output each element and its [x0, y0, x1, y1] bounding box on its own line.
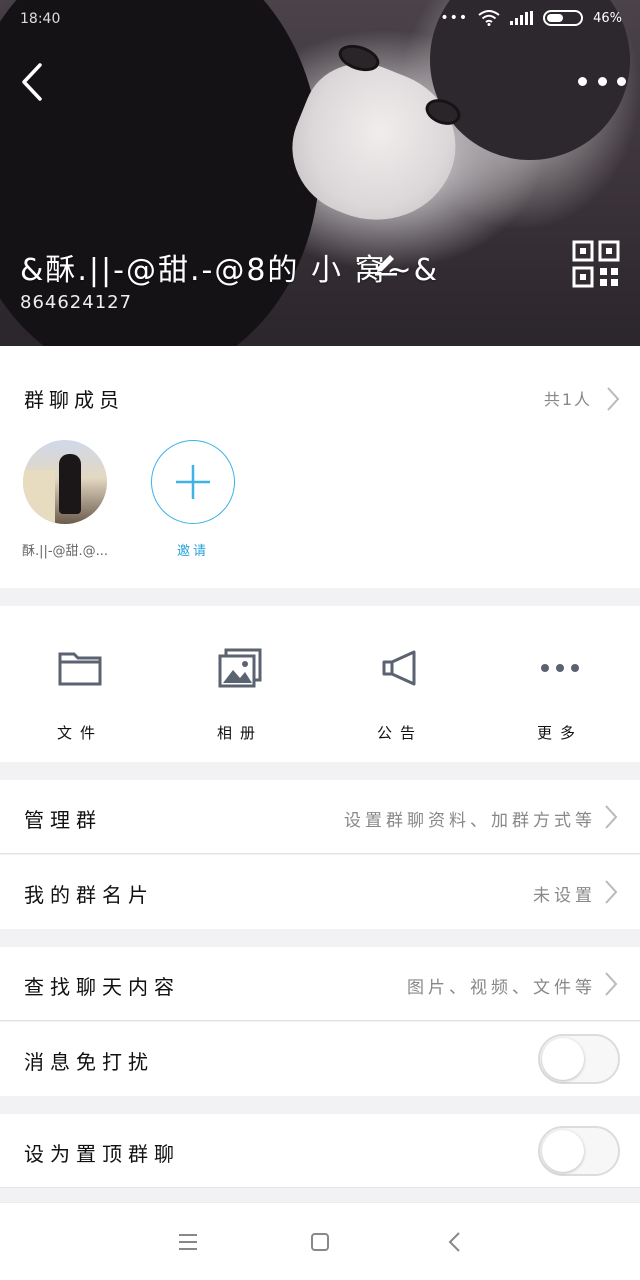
invite-label: 邀请 [176, 544, 209, 559]
feature-album[interactable]: 相册 [160, 646, 320, 743]
status-bar: 18:40 ••• 46% [0, 0, 640, 40]
pin-top-row: 设为置顶群聊 [0, 1114, 640, 1188]
search-chat-row[interactable]: 查找聊天内容 图片、视频、文件等 [0, 947, 640, 1021]
members-section: 群聊成员 共1人 酥.||-@甜.@... 邀请 [0, 346, 640, 588]
features-section: 文件 相册 公告 更多 [0, 606, 640, 762]
group-id: 864624127 [20, 292, 133, 313]
more-horizontal-icon [578, 76, 587, 86]
members-title: 群聊成员 [24, 388, 124, 412]
toggle-knob [542, 1038, 584, 1080]
home-square-icon [311, 1233, 329, 1251]
back-triangle-icon [448, 1232, 460, 1252]
plus-icon [176, 465, 210, 499]
more-options-button[interactable] [578, 66, 626, 96]
group-header: 18:40 ••• 46% &酥.||-@甜.-@8的 小 窝~& 864624… [0, 0, 640, 346]
toggle-knob [542, 1130, 584, 1172]
divider [0, 1187, 640, 1188]
feature-label: 更多 [536, 724, 583, 742]
system-nav-bar [0, 1202, 640, 1280]
chevron-right-icon [605, 805, 618, 829]
battery-icon [543, 10, 584, 26]
back-button[interactable] [12, 60, 52, 104]
row-value: 图片、视频、文件等 [407, 978, 596, 998]
chevron-right-icon [605, 880, 618, 904]
feature-label: 相册 [216, 724, 263, 742]
feature-label: 公告 [376, 724, 423, 742]
feature-more[interactable]: 更多 [480, 646, 640, 743]
member-item[interactable]: 酥.||-@甜.@... [20, 440, 110, 559]
more-horizontal-icon [541, 664, 579, 672]
home-button[interactable] [306, 1229, 334, 1255]
menu-button[interactable] [174, 1229, 202, 1255]
status-time: 18:40 [20, 11, 61, 27]
signal-icon [510, 11, 534, 25]
invite-member-button[interactable]: 邀请 [148, 440, 238, 559]
qr-code-icon[interactable] [572, 240, 620, 288]
row-label: 设为置顶群聊 [24, 1142, 180, 1166]
status-icons: ••• 46% [440, 10, 622, 26]
feature-files[interactable]: 文件 [0, 646, 160, 743]
manage-group-row[interactable]: 管理群 设置群聊资料、加群方式等 [0, 780, 640, 854]
invite-circle[interactable] [151, 440, 235, 524]
chevron-right-icon [605, 972, 618, 996]
my-group-card-row[interactable]: 我的群名片 未设置 [0, 855, 640, 929]
row-label: 我的群名片 [24, 883, 154, 907]
menu-icon [179, 1234, 197, 1250]
row-label: 管理群 [24, 808, 102, 832]
do-not-disturb-row: 消息免打扰 [0, 1022, 640, 1096]
row-value: 设置群聊资料、加群方式等 [344, 811, 596, 831]
member-count[interactable]: 共1人 [544, 386, 592, 410]
megaphone-icon [382, 650, 416, 686]
photo-album-icon [218, 648, 262, 688]
pencil-icon[interactable] [372, 248, 400, 276]
row-label: 消息免打扰 [24, 1050, 154, 1074]
battery-level: 46% [593, 10, 622, 26]
divider [0, 1020, 640, 1021]
pin-top-toggle[interactable] [538, 1126, 620, 1176]
row-label: 查找聊天内容 [24, 975, 180, 999]
wifi-icon [478, 10, 500, 26]
member-name: 酥.||-@甜.@... [21, 544, 109, 559]
row-value: 未设置 [533, 886, 596, 906]
divider [0, 853, 640, 854]
feature-label: 文件 [56, 724, 103, 742]
folder-icon [58, 652, 102, 686]
notification-dots-icon: ••• [440, 10, 469, 26]
back-nav-button[interactable] [440, 1229, 468, 1255]
do-not-disturb-toggle[interactable] [538, 1034, 620, 1084]
feature-announcement[interactable]: 公告 [320, 646, 480, 743]
avatar[interactable] [23, 440, 107, 524]
chevron-left-icon [22, 63, 42, 101]
chevron-right-icon[interactable] [606, 386, 620, 412]
